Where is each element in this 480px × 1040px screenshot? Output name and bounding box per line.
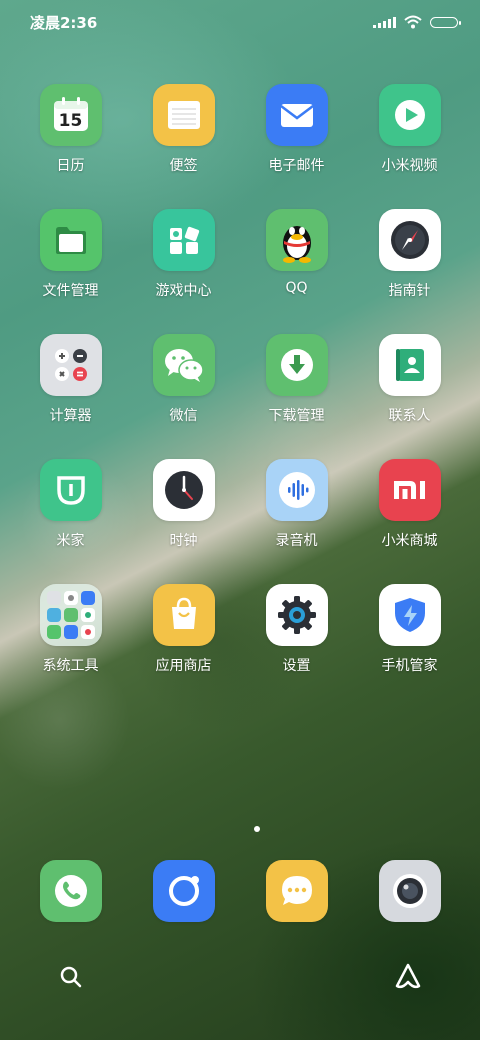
folder-icon	[39, 209, 102, 271]
app-calendar[interactable]: 15 日历	[14, 84, 127, 209]
app-label: 游戏中心	[155, 283, 212, 299]
mijia-icon	[39, 459, 102, 521]
video-icon	[378, 84, 441, 146]
app-label: 手机管家	[381, 658, 438, 674]
app-mi-store[interactable]: 小米商城	[353, 459, 466, 584]
app-label: 便签	[169, 158, 198, 174]
status-icons	[373, 15, 461, 29]
app-label: 下载管理	[268, 408, 325, 424]
dock-phone[interactable]	[14, 860, 127, 922]
email-icon	[265, 84, 328, 146]
download-icon	[265, 334, 328, 396]
wifi-icon	[404, 15, 422, 29]
app-label: 联系人	[388, 408, 431, 424]
battery-icon	[430, 16, 461, 28]
app-clock[interactable]: 时钟	[127, 459, 240, 584]
folder-system-tools-icon	[39, 584, 102, 646]
app-mi-video[interactable]: 小米视频	[353, 84, 466, 209]
app-mijia[interactable]: 米家	[14, 459, 127, 584]
dock-browser[interactable]	[127, 860, 240, 922]
phone-icon	[39, 860, 102, 922]
app-label: 时钟	[169, 533, 198, 549]
app-label: 文件管理	[42, 283, 99, 299]
recorder-icon	[265, 459, 328, 521]
app-label: 小米商城	[381, 533, 438, 549]
app-label: 米家	[56, 533, 85, 549]
app-notes[interactable]: 便签	[127, 84, 240, 209]
app-recorder[interactable]: 录音机	[240, 459, 353, 584]
status-time: 凌晨2:36	[30, 13, 98, 32]
app-calculator[interactable]: 计算器	[14, 334, 127, 459]
app-file-manager[interactable]: 文件管理	[14, 209, 127, 334]
app-label: 计算器	[49, 408, 92, 424]
mi-store-icon	[378, 459, 441, 521]
assistant-icon[interactable]	[394, 962, 422, 990]
calculator-icon	[39, 334, 102, 396]
app-label: 小米视频	[381, 158, 438, 174]
contacts-icon	[378, 334, 441, 396]
status-bar: 凌晨2:36	[0, 0, 480, 44]
qq-penguin-icon	[265, 209, 328, 271]
clock-icon	[152, 459, 215, 521]
app-email[interactable]: 电子邮件	[240, 84, 353, 209]
page-indicator-dot	[254, 826, 260, 832]
app-settings[interactable]: 设置	[240, 584, 353, 709]
dock	[14, 860, 466, 922]
security-shield-icon	[378, 584, 441, 646]
browser-icon	[152, 860, 215, 922]
app-security[interactable]: 手机管家	[353, 584, 466, 709]
app-app-store[interactable]: 应用商店	[127, 584, 240, 709]
calendar-icon: 15	[39, 84, 102, 146]
app-qq[interactable]: QQ	[240, 209, 353, 334]
search-icon[interactable]	[58, 964, 84, 990]
settings-gear-icon	[265, 584, 328, 646]
wechat-icon	[152, 334, 215, 396]
app-label: 系统工具	[42, 658, 99, 674]
app-label: QQ	[285, 280, 308, 296]
app-game-center[interactable]: 游戏中心	[127, 209, 240, 334]
app-label: 微信	[169, 408, 198, 424]
app-store-icon	[152, 584, 215, 646]
app-label: 应用商店	[155, 658, 212, 674]
calendar-date: 15	[58, 111, 83, 131]
camera-icon	[378, 860, 441, 922]
app-compass[interactable]: 指南针	[353, 209, 466, 334]
messages-icon	[265, 860, 328, 922]
app-download-manager[interactable]: 下载管理	[240, 334, 353, 459]
signal-icon	[373, 16, 396, 28]
app-label: 指南针	[388, 283, 431, 299]
game-center-icon	[152, 209, 215, 271]
app-label: 录音机	[275, 533, 318, 549]
notes-icon	[152, 84, 215, 146]
compass-icon	[378, 209, 441, 271]
folder-system-tools[interactable]: 系统工具	[14, 584, 127, 709]
dock-camera[interactable]	[353, 860, 466, 922]
app-grid: 15 日历 便签 电子邮件 小米视频 文件管理 游戏中心 QQ 指南针 计算器 …	[14, 84, 466, 709]
dock-messages[interactable]	[240, 860, 353, 922]
app-contacts[interactable]: 联系人	[353, 334, 466, 459]
app-label: 电子邮件	[268, 158, 325, 174]
app-label: 日历	[56, 158, 85, 174]
app-wechat[interactable]: 微信	[127, 334, 240, 459]
app-label: 设置	[282, 658, 311, 674]
